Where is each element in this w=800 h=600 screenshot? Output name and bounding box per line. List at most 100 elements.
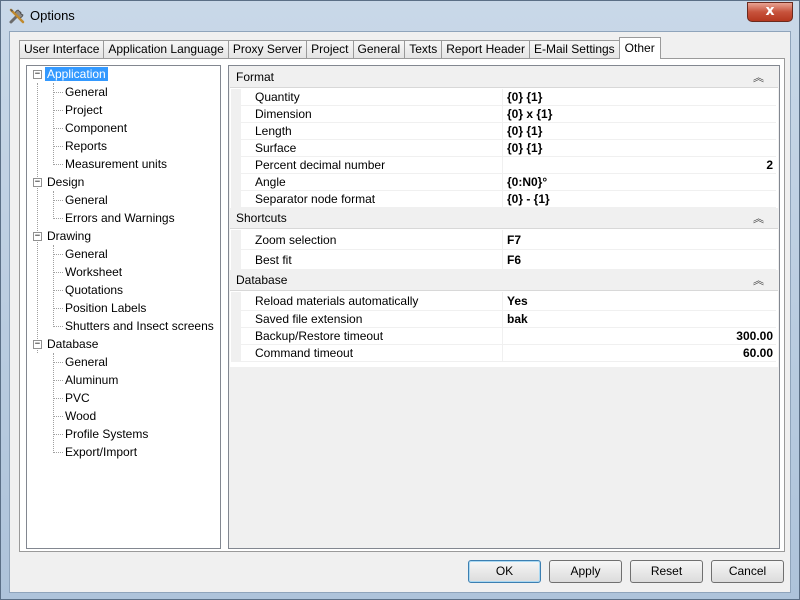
collapse-chevron-icon[interactable]: ︽: [753, 270, 764, 291]
property-value[interactable]: 2: [504, 157, 776, 174]
tab-proxy-server[interactable]: Proxy Server: [227, 40, 308, 59]
property-row[interactable]: Surface {0} {1}: [241, 140, 776, 157]
property-row[interactable]: Length {0} {1}: [241, 123, 776, 140]
tree-node-database-aluminum[interactable]: Aluminum: [63, 372, 120, 389]
property-row[interactable]: Zoom selection F7: [241, 230, 776, 250]
tab-user-interface[interactable]: User Interface: [19, 40, 105, 59]
collapse-icon[interactable]: −: [33, 232, 42, 241]
property-name: Zoom selection: [241, 230, 503, 250]
tree-node-drawing-worksheet[interactable]: Worksheet: [63, 264, 124, 281]
title-bar[interactable]: Options x: [1, 1, 799, 31]
tree-node-application-general[interactable]: General: [63, 84, 110, 101]
property-value[interactable]: 60.00: [504, 345, 776, 362]
grid-gutter: [231, 230, 241, 270]
tree-connector: [54, 254, 63, 255]
settings-tree[interactable]: − Application General Project Component …: [26, 65, 221, 549]
tree-node-label: Worksheet: [65, 265, 123, 279]
property-value[interactable]: {0} - {1}: [504, 191, 776, 208]
property-name: Surface: [241, 140, 503, 157]
tree-node-label: Profile Systems: [65, 427, 149, 441]
property-value[interactable]: F6: [504, 250, 776, 270]
tab-other[interactable]: Other: [618, 37, 661, 59]
category-shortcuts[interactable]: Shortcuts ︽: [230, 208, 778, 229]
tree-node-application-measurement-units[interactable]: Measurement units: [63, 156, 169, 173]
property-row[interactable]: Backup/Restore timeout 300.00: [241, 328, 776, 345]
cancel-button[interactable]: Cancel: [711, 560, 784, 583]
tree-node-drawing-quotations[interactable]: Quotations: [63, 282, 125, 299]
tree-node-drawing-general[interactable]: General: [63, 246, 110, 263]
property-value[interactable]: {0:N0}°: [504, 174, 776, 191]
property-value[interactable]: 300.00: [504, 328, 776, 345]
property-row[interactable]: Best fit F6: [241, 250, 776, 270]
tab-texts[interactable]: Texts: [404, 40, 443, 59]
property-row[interactable]: Separator node format {0} - {1}: [241, 191, 776, 208]
tree-node-drawing-shutters-and-insect-screens[interactable]: Shutters and Insect screens: [63, 318, 216, 335]
close-icon: x: [765, 3, 775, 19]
collapse-icon[interactable]: −: [33, 178, 42, 187]
property-row[interactable]: Percent decimal number 2: [241, 157, 776, 174]
collapse-icon[interactable]: −: [33, 340, 42, 349]
tree-node-label: Errors and Warnings: [65, 211, 175, 225]
tab-panel-other: − Application General Project Component …: [19, 58, 785, 552]
property-value[interactable]: {0} {1}: [504, 89, 776, 106]
category-database[interactable]: Database ︽: [230, 270, 778, 291]
tree-node-label: General: [65, 193, 108, 207]
tree-node-database-profile-systems[interactable]: Profile Systems: [63, 426, 150, 443]
tree-node-application-reports[interactable]: Reports: [63, 138, 109, 155]
tree-node-label: PVC: [65, 391, 90, 405]
tree-node-database-pvc[interactable]: PVC: [63, 390, 92, 407]
collapse-icon[interactable]: −: [33, 70, 42, 79]
property-row[interactable]: Dimension {0} x {1}: [241, 106, 776, 123]
property-grid[interactable]: Format ︽ Quantity {0} {1} Dimension {0} x …: [228, 65, 780, 549]
tab-email-settings[interactable]: E-Mail Settings: [528, 40, 620, 59]
tree-node-database-wood[interactable]: Wood: [63, 408, 98, 425]
tree-node-application[interactable]: Application: [45, 66, 108, 83]
collapse-chevron-icon[interactable]: ︽: [753, 208, 764, 229]
tree-node-design-general[interactable]: General: [63, 192, 110, 209]
ok-button[interactable]: OK: [468, 560, 541, 583]
tree-node-label: Position Labels: [65, 301, 147, 315]
property-value[interactable]: bak: [504, 311, 776, 328]
tree-node-label: Database: [47, 337, 99, 351]
property-value[interactable]: {0} {1}: [504, 123, 776, 140]
tree-node-label: Export/Import: [65, 445, 138, 459]
property-value[interactable]: {0} x {1}: [504, 106, 776, 123]
property-row[interactable]: Command timeout 60.00: [241, 345, 776, 362]
close-button[interactable]: x: [747, 2, 793, 22]
tree-node-drawing[interactable]: Drawing: [45, 228, 93, 245]
property-name: Saved file extension: [241, 311, 503, 328]
property-row[interactable]: Reload materials automatically Yes: [241, 292, 776, 311]
tree-node-database-export-import[interactable]: Export/Import: [63, 444, 139, 461]
tab-project[interactable]: Project: [306, 40, 354, 59]
property-name: Best fit: [241, 250, 503, 270]
reset-button[interactable]: Reset: [630, 560, 703, 583]
tree-node-design[interactable]: Design: [45, 174, 86, 191]
tree-node-label: Wood: [65, 409, 97, 423]
property-name: Quantity: [241, 89, 503, 106]
window-title: Options: [30, 8, 75, 23]
apply-button[interactable]: Apply: [549, 560, 622, 583]
category-format[interactable]: Format ︽: [230, 67, 778, 88]
tab-report-header[interactable]: Report Header: [441, 40, 530, 59]
tab-general[interactable]: General: [352, 40, 406, 59]
property-value[interactable]: F7: [504, 230, 776, 250]
tree-node-application-component[interactable]: Component: [63, 120, 129, 137]
property-row[interactable]: Saved file extension bak: [241, 311, 776, 328]
property-row[interactable]: Angle {0:N0}°: [241, 174, 776, 191]
tree-connector: [54, 308, 63, 309]
property-name: Length: [241, 123, 503, 140]
tree-node-application-project[interactable]: Project: [63, 102, 104, 119]
tree-node-database[interactable]: Database: [45, 336, 100, 353]
tree-connector: [54, 398, 63, 399]
tab-application-language[interactable]: Application Language: [103, 40, 229, 59]
tree-node-drawing-position-labels[interactable]: Position Labels: [63, 300, 148, 317]
options-window: Options x User Interface Application Lan…: [0, 0, 800, 600]
property-name: Backup/Restore timeout: [241, 328, 503, 345]
collapse-chevron-icon[interactable]: ︽: [753, 67, 764, 88]
property-row[interactable]: Quantity {0} {1}: [241, 89, 776, 106]
tree-node-design-errors-and-warnings[interactable]: Errors and Warnings: [63, 210, 177, 227]
tree-node-label: Application: [45, 67, 108, 81]
property-value[interactable]: Yes: [504, 292, 776, 311]
tree-node-database-general[interactable]: General: [63, 354, 110, 371]
property-value[interactable]: {0} {1}: [504, 140, 776, 157]
